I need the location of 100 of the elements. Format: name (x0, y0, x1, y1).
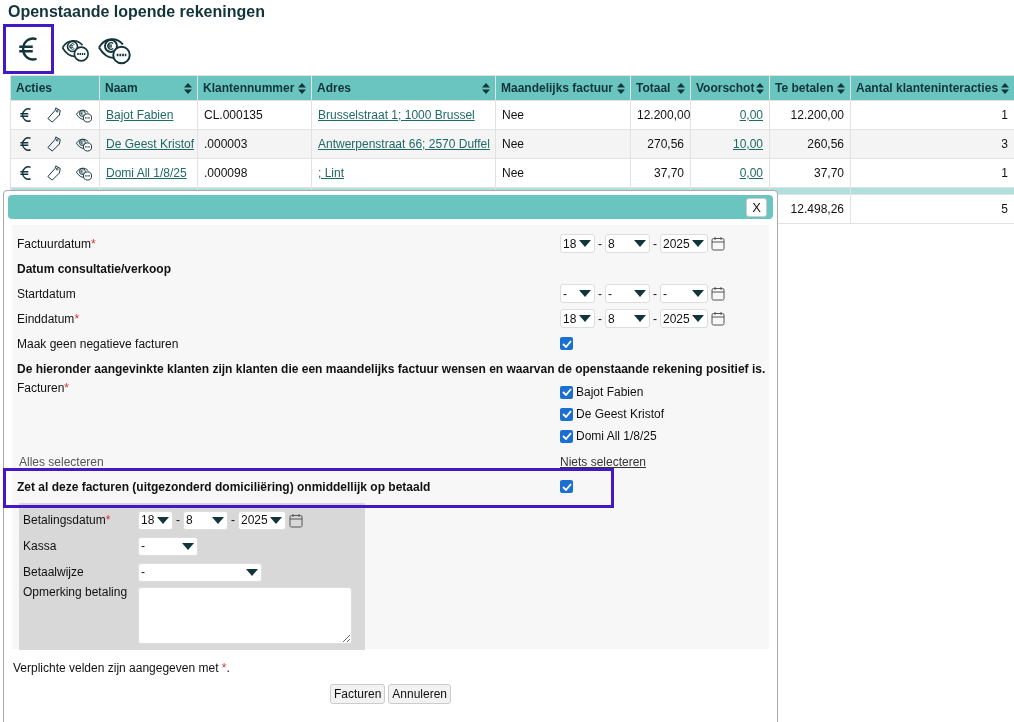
table-cell: Nee (495, 100, 631, 130)
calendar-icon[interactable] (711, 236, 725, 251)
dropdown[interactable]: 2025 (660, 234, 708, 253)
caret-icon (692, 240, 704, 247)
dropdown[interactable]: 18 (560, 309, 595, 328)
table-cell: Nee (495, 158, 631, 188)
cell-link[interactable]: De Geest Kristof (106, 137, 195, 151)
section-heading: Datum consultatie/verkoop (17, 261, 173, 276)
checkbox-label: Bajot Fabien (576, 385, 644, 399)
dropdown[interactable]: 8 (605, 309, 650, 328)
tag-icon[interactable] (47, 135, 62, 153)
caret-icon (692, 315, 704, 322)
caret-icon (246, 568, 258, 576)
column-header[interactable]: Klantennummer (197, 75, 312, 101)
close-button[interactable]: X (746, 197, 767, 217)
checkbox[interactable] (560, 429, 573, 443)
caret-icon (579, 290, 591, 297)
date-separator: - (231, 513, 235, 527)
cell-link[interactable]: Domi All 1/8/25 (106, 166, 187, 180)
checkbox[interactable] (560, 407, 573, 421)
euro-icon[interactable] (19, 134, 34, 154)
caret-icon (212, 516, 224, 524)
sort-icon[interactable] (617, 82, 625, 94)
table-cell: 12.200,00 (630, 100, 691, 130)
date-separator: - (176, 513, 180, 527)
tag-icon[interactable] (47, 106, 62, 124)
column-header[interactable]: Maandelijks factuur (495, 75, 631, 101)
sort-icon[interactable] (1001, 82, 1009, 94)
field-label: Maak geen negatieve facturen (17, 336, 180, 351)
sort-icon[interactable] (756, 82, 764, 94)
field-label: Factuurdatum* (17, 236, 97, 251)
date-separator: - (653, 311, 657, 326)
dropdown[interactable]: 8 (605, 234, 650, 253)
calendar-icon[interactable] (289, 512, 303, 528)
sort-icon[interactable] (837, 82, 845, 94)
date-separator: - (598, 311, 602, 326)
checkbox[interactable] (560, 385, 573, 399)
dropdown[interactable]: 8 (183, 510, 228, 530)
table-cell: Nee (495, 129, 631, 159)
date-separator: - (653, 286, 657, 301)
dialog-button[interactable]: Annuleren (388, 684, 452, 704)
select-none-link[interactable]: Niets selecteren (560, 454, 647, 469)
sort-icon[interactable] (482, 82, 490, 94)
field-label: Startdatum (17, 286, 77, 301)
column-header[interactable]: Adres (311, 75, 496, 101)
dropdown[interactable]: 18 (138, 510, 173, 530)
date-separator: - (598, 286, 602, 301)
select-all-link[interactable]: Alles selecteren (17, 454, 560, 469)
caret-icon (157, 516, 169, 524)
column-header[interactable]: Voorschot (690, 75, 770, 101)
euro-icon[interactable] (19, 105, 34, 125)
dropdown[interactable]: - (138, 536, 198, 556)
table-cell: 270,56 (630, 129, 691, 159)
caret-icon (182, 542, 194, 550)
table-cell: 37,70 (769, 158, 851, 188)
cell-link[interactable]: Antwerpenstraat 66; 2570 Duffel (318, 137, 490, 151)
tag-icon[interactable] (47, 164, 62, 182)
column-header[interactable]: Aantal klanteninteracties (850, 75, 1014, 101)
checkbox[interactable] (560, 480, 573, 493)
table-cell: 12.200,00 (769, 100, 851, 130)
table-cell: 3 (850, 129, 1014, 159)
cell-link[interactable]: ; Lint (318, 166, 344, 180)
dropdown[interactable]: - (660, 284, 708, 303)
column-header[interactable]: Te betalen (769, 75, 851, 101)
dialog-button[interactable]: Facturen (329, 684, 386, 704)
dropdown[interactable]: 2025 (660, 309, 708, 328)
dropdown[interactable]: - (605, 284, 650, 303)
column-header: Acties (10, 75, 100, 101)
date-separator: - (653, 236, 657, 251)
sort-icon[interactable] (184, 82, 192, 94)
field-label: Betalingsdatum* (23, 513, 112, 527)
cell-link[interactable]: 0,00 (739, 108, 763, 122)
checkbox[interactable] (560, 337, 573, 350)
calendar-icon[interactable] (711, 286, 725, 301)
checkbox-label: Domi All 1/8/25 (576, 429, 657, 443)
section-heading: De hieronder aangevinkte klanten zijn klanten die een maandelijks factuur wensen en waarvan de openstaande rekening positief is. (17, 361, 767, 376)
comment-field[interactable] (138, 587, 352, 644)
caret-icon (579, 315, 591, 322)
table-cell: CL.000135 (197, 100, 312, 130)
cell-link[interactable]: Brusselstraat 1; 1000 Brussel (318, 108, 475, 122)
page-title: Openstaande lopende rekeningen (8, 3, 266, 22)
table-cell: 260,56 (769, 129, 851, 159)
cell-link[interactable]: 0,00 (739, 166, 763, 180)
caret-icon (634, 240, 646, 247)
dropdown[interactable]: 2025 (238, 510, 286, 530)
euro-icon[interactable] (19, 163, 34, 183)
cell-link[interactable]: 10,00 (732, 137, 763, 151)
field-label: Zet al deze facturen (uitgezonderd domiciliëring) onmiddellijk op betaald (17, 479, 432, 494)
caret-icon (579, 240, 591, 247)
cell-link[interactable]: Bajot Fabien (106, 108, 174, 122)
sort-icon[interactable] (677, 82, 685, 94)
dropdown[interactable]: - (560, 284, 595, 303)
sort-icon[interactable] (298, 82, 306, 94)
column-header[interactable]: Totaal (630, 75, 691, 101)
caret-icon (692, 290, 704, 297)
required-note: Verplichte velden zijn aangegeven met *. (13, 661, 231, 675)
column-header[interactable]: Naam (99, 75, 198, 101)
calendar-icon[interactable] (711, 311, 725, 326)
dropdown[interactable]: - (138, 562, 262, 582)
dropdown[interactable]: 18 (560, 234, 595, 253)
